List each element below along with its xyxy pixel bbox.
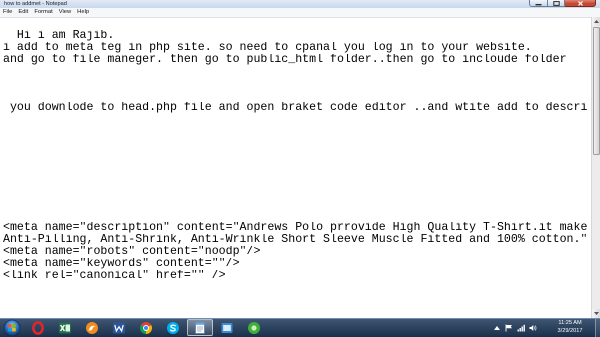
- taskbar-uc-browser[interactable]: [79, 319, 105, 336]
- taskbar-blue-app[interactable]: [214, 319, 240, 336]
- system-tray: [492, 323, 540, 333]
- taskbar-skype[interactable]: [160, 319, 186, 336]
- text-line[interactable]: i add to meta teg in php site. so need t…: [3, 42, 591, 54]
- text-line[interactable]: [3, 150, 591, 162]
- clock[interactable]: 11:25 AM 3/29/2017: [547, 320, 593, 336]
- scrollbar-thumb[interactable]: [592, 27, 600, 155]
- start-button[interactable]: [2, 319, 22, 337]
- text-editor[interactable]: Hi i am Rajib. i add to meta teg in php …: [0, 17, 591, 318]
- minimize-icon: [535, 3, 542, 5]
- windows-start-orb-icon: [3, 319, 21, 337]
- menu-file[interactable]: File: [0, 8, 15, 17]
- title-bar[interactable]: how to addmet - Notepad: [0, 0, 600, 8]
- taskbar-word[interactable]: [106, 319, 132, 336]
- action-center-flag-icon: [505, 324, 512, 332]
- scroll-down-button[interactable]: [592, 309, 600, 318]
- chrome-icon: [140, 321, 152, 334]
- blue-app-icon: [221, 322, 233, 333]
- show-hidden-icons-icon: [494, 326, 500, 330]
- text-line[interactable]: <meta name="robots" content="noodp"/>: [3, 246, 591, 258]
- editor-text[interactable]: Hi i am Rajib. i add to meta teg in php …: [3, 18, 591, 282]
- minimize-button[interactable]: [529, 0, 548, 7]
- text-line[interactable]: Hi i am Rajib.: [3, 30, 591, 42]
- text-line[interactable]: [3, 138, 591, 150]
- green-app-icon: [248, 321, 260, 334]
- menu-edit[interactable]: Edit: [15, 8, 31, 17]
- taskbar-opera[interactable]: [25, 319, 51, 336]
- menu-format[interactable]: Format: [31, 8, 55, 17]
- text-line[interactable]: [3, 210, 591, 222]
- text-line[interactable]: <meta name="description" content="Andrew…: [3, 222, 591, 234]
- notepad-icon: [195, 321, 205, 334]
- taskbar-green-app[interactable]: [241, 319, 267, 336]
- taskbar: 11:25 AM 3/29/2017: [0, 318, 600, 337]
- text-line[interactable]: you downlode to head.php file and open b…: [3, 102, 591, 114]
- volume-icon: [529, 325, 537, 331]
- menu-help[interactable]: Help: [74, 8, 92, 17]
- maximize-button[interactable]: [548, 0, 565, 7]
- clock-date: 3/29/2017: [557, 327, 583, 334]
- menu-bar: File Edit Format View Help: [0, 8, 600, 17]
- word-icon: [113, 322, 125, 333]
- volume-button[interactable]: [528, 323, 538, 333]
- uc-browser-icon: [86, 321, 98, 334]
- scroll-up-arrow-icon: [593, 20, 599, 23]
- close-button[interactable]: [565, 0, 596, 7]
- close-icon: [577, 0, 583, 6]
- text-line[interactable]: [3, 114, 591, 126]
- network-icon: [517, 324, 525, 332]
- network-button[interactable]: [516, 323, 526, 333]
- text-line[interactable]: <link rel="canonical" href="" />: [3, 270, 591, 282]
- window-controls: [529, 0, 596, 7]
- action-center-button[interactable]: [504, 323, 514, 333]
- text-line[interactable]: [3, 174, 591, 186]
- text-line[interactable]: [3, 66, 591, 78]
- maximize-icon: [552, 0, 560, 6]
- text-line[interactable]: [3, 198, 591, 210]
- skype-icon: [167, 321, 179, 334]
- text-line[interactable]: [3, 186, 591, 198]
- text-line[interactable]: [3, 18, 591, 30]
- text-line[interactable]: Anti-Pilling, Anti-Shrink, Anti-Wrinkle …: [3, 234, 591, 246]
- vertical-scrollbar[interactable]: [591, 17, 600, 318]
- excel-icon: [59, 322, 71, 333]
- scroll-up-button[interactable]: [592, 17, 600, 26]
- text-line[interactable]: and go to file maneger. then go to publi…: [3, 54, 591, 66]
- taskbar-chrome[interactable]: [133, 319, 159, 336]
- text-line[interactable]: [3, 126, 591, 138]
- taskbar-excel[interactable]: [52, 319, 78, 336]
- clock-time: 11:25 AM: [558, 320, 582, 326]
- menu-view[interactable]: View: [56, 8, 74, 17]
- window-title: how to addmet - Notepad: [4, 1, 67, 7]
- taskbar-apps: [25, 319, 268, 337]
- scroll-down-arrow-icon: [593, 312, 599, 315]
- text-line[interactable]: <meta name="keywords" content=""/>: [3, 258, 591, 270]
- opera-icon: [32, 320, 44, 335]
- show-desktop-button[interactable]: [595, 319, 600, 337]
- text-line[interactable]: [3, 78, 591, 90]
- show-hidden-icons-button[interactable]: [492, 323, 502, 333]
- taskbar-notepad[interactable]: [187, 319, 213, 336]
- text-line[interactable]: [3, 90, 591, 102]
- text-line[interactable]: [3, 162, 591, 174]
